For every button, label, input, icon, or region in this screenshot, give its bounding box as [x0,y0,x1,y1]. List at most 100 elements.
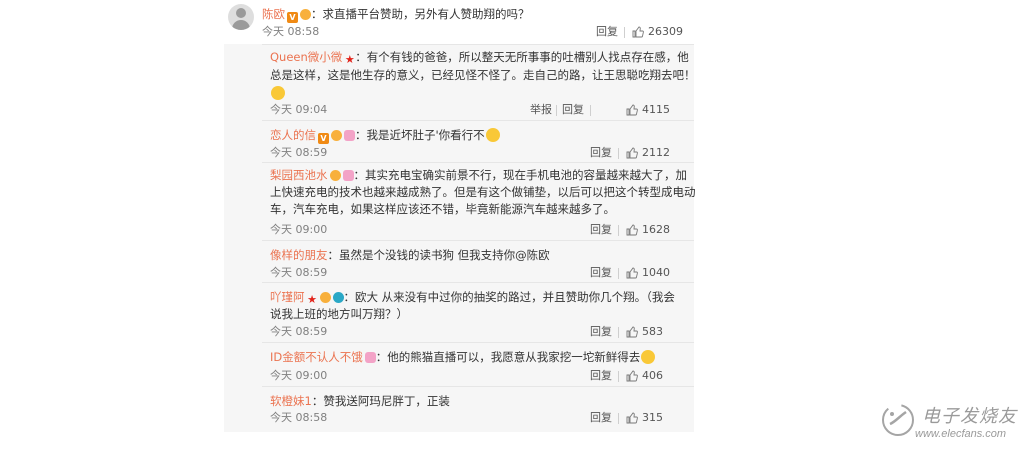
like-count: 1040 [642,266,670,279]
elecfans-logo-icon [882,404,914,436]
watermark-url: www.elecfans.com [915,428,1007,440]
reply-button[interactable]: 回复 [596,25,618,39]
timestamp: 今天 08:59 [270,146,328,159]
timestamp: 今天 09:04 [270,103,328,116]
divider [618,327,619,338]
reply-username[interactable]: 软橙妹1 [270,394,312,408]
reply-line-1: 吖瑾阿 ★ ：欧大 从来没有中过你的抽奖的路过，并且赞助你几个翔。（我会 [270,289,675,305]
like-count: 406 [642,369,663,382]
fan-badge-icon [319,292,331,303]
divider [590,105,591,116]
main-comment-line: 陈欧 V ：求直播平台赞助，另外有人赞助翔的吗？ [262,6,530,23]
reply-button[interactable]: 回复 [590,369,612,383]
report-button[interactable]: 举报 [530,103,552,117]
reply-username[interactable]: 像样的朋友 [270,248,328,262]
like-count: 2112 [642,146,670,159]
reply-text: ：欧大 从来没有中过你的抽奖的路过，并且赞助你几个翔。（我会 [343,290,675,304]
divider [624,27,625,38]
star-badge-icon: ★ [344,53,355,66]
timestamp: 今天 09:00 [270,223,328,236]
timestamp: 今天 08:58 [270,411,328,424]
main-comment: 陈欧 V ：求直播平台赞助，另外有人赞助翔的吗？ 今天 08:58 回复 26309 [224,0,694,44]
emoji-icon [270,86,285,100]
reply-text: ：有个有钱的爸爸，所以整天无所事事的吐槽别人找点存在感，他 [355,50,689,64]
emoji-icon [641,350,656,364]
star-badge-icon: ★ [307,293,317,306]
reply-button[interactable]: 回复 [590,223,612,237]
comment-panel: 陈欧 V ：求直播平台赞助，另外有人赞助翔的吗？ 今天 08:58 回复 26309… [224,0,696,432]
reply-line-1: 恋人的信 V ：我是近坏肚子'你看行不 [270,127,500,144]
like-count: 1628 [642,223,670,236]
reply-item: 像样的朋友：虽然是个没钱的读书狗 但我支持你@陈欧 今天 08:59 回复 10… [262,240,694,282]
camera-badge-icon [332,292,344,303]
vip-badge-icon [344,130,355,141]
reply-item: 软橙妹1：赞我送阿玛尼胖丁，正装 今天 08:58 回复 315 [262,386,694,432]
like-icon[interactable] [626,326,638,338]
reply-button[interactable]: 回复 [590,325,612,339]
reply-text: 总是这样，这是他生存的意义，已经见怪不怪了。走自己的路，让王思聪吃翔去吧！ [270,68,696,82]
reply-text: ：赞我送阿玛尼胖丁，正装 [311,394,450,408]
reply-username[interactable]: 恋人的信 [270,128,316,142]
like-count: 26309 [648,25,683,38]
reply-item: ID金额不认人不饿 ：他的熊猫直播可以，我愿意从我家挖一坨新鲜得去 今天 09:0… [262,342,694,386]
reply-line-1: ID金额不认人不饿 ：他的熊猫直播可以，我愿意从我家挖一坨新鲜得去 [270,349,656,365]
watermark-title: 电子发烧友 [922,406,1017,427]
divider [618,148,619,159]
like-icon[interactable] [626,147,638,159]
reply-text: 上快速充电的技术也越来越成熟了。但是有这个做铺垫，以后可以把这个转型成电动 [270,185,696,199]
reply-text: 车，汽车充电，如果这样应该还不错，毕竟新能源汽车越来越多了。 [270,202,615,216]
avatar[interactable] [228,4,254,30]
like-icon[interactable] [626,267,638,279]
verified-badge-icon: V [287,12,298,23]
reply-text: ：我是近坏肚子'你看行不 [355,128,485,142]
reply-line-1: Queen微小微 ★：有个有钱的爸爸，所以整天无所事事的吐槽别人找点存在感，他 [270,49,689,65]
like-count: 315 [642,411,663,424]
reply-text: 说我上班的地方叫万翔？） [270,307,408,321]
reply-button[interactable]: 回复 [590,266,612,280]
divider [556,105,557,116]
reply-item: 吖瑾阿 ★ ：欧大 从来没有中过你的抽奖的路过，并且赞助你几个翔。（我会 说我上班的… [262,282,694,342]
reply-line-1: 软橙妹1：赞我送阿玛尼胖丁，正装 [270,393,450,409]
like-icon[interactable] [626,412,638,424]
timestamp: 今天 08:58 [262,25,320,38]
like-icon[interactable] [632,26,644,38]
reply-item: 梨园西池水 ：其实充电宝确实前景不行，现在手机电池的容量越来越大了，加 上快速充电… [262,162,696,240]
reply-line-2: 上快速充电的技术也越来越成熟了。但是有这个做铺垫，以后可以把这个转型成电动 [270,184,696,200]
fan-badge-icon [300,9,311,20]
reply-button[interactable]: 回复 [590,146,612,160]
reply-button[interactable]: 回复 [562,103,584,117]
verified-badge-icon: V [318,133,329,144]
reply-line-1: 像样的朋友：虽然是个没钱的读书狗 但我支持你@陈欧 [270,247,550,263]
divider [618,413,619,424]
main-comment-text: ：求直播平台赞助，另外有人赞助翔的吗？ [311,7,530,21]
emoji-icon [485,128,500,142]
vip-badge-icon [342,170,354,181]
reply-text: ：他的熊猫直播可以，我愿意从我家挖一坨新鲜得去 [375,350,641,364]
reply-username[interactable]: Queen微小微 [270,50,342,64]
like-icon[interactable] [626,104,638,116]
reply-username[interactable]: ID金额不认人不饿 [270,350,363,364]
fan-badge-icon [329,170,341,181]
like-icon[interactable] [626,370,638,382]
timestamp: 今天 09:00 [270,369,328,382]
fan-badge-icon [331,130,342,141]
reply-line-2: 总是这样，这是他生存的意义，已经见怪不怪了。走自己的路，让王思聪吃翔去吧！ [270,67,696,83]
reply-username[interactable]: 梨园西池水 [270,168,328,182]
timestamp: 今天 08:59 [270,325,328,338]
vip-badge-icon [364,352,376,363]
reply-item: Queen微小微 ★：有个有钱的爸爸，所以整天无所事事的吐槽别人找点存在感，他 总… [262,44,696,120]
like-count: 4115 [642,103,670,116]
divider [618,371,619,382]
main-username[interactable]: 陈欧 [262,7,285,21]
reply-username[interactable]: 吖瑾阿 [270,290,305,304]
divider [618,225,619,236]
like-count: 583 [642,325,663,338]
reply-line-1: 梨园西池水 ：其实充电宝确实前景不行，现在手机电池的容量越来越大了，加 [270,167,687,183]
reply-text: ：虽然是个没钱的读书狗 但我支持你@陈欧 [327,248,550,262]
like-icon[interactable] [626,224,638,236]
reply-line-3: 车，汽车充电，如果这样应该还不错，毕竟新能源汽车越来越多了。 [270,201,615,217]
reply-item: 恋人的信 V ：我是近坏肚子'你看行不 今天 08:59 回复 2112 [262,120,694,162]
reply-button[interactable]: 回复 [590,411,612,425]
reply-text: ：其实充电宝确实前景不行，现在手机电池的容量越来越大了，加 [353,168,688,182]
reply-line-2: 说我上班的地方叫万翔？） [270,306,408,322]
